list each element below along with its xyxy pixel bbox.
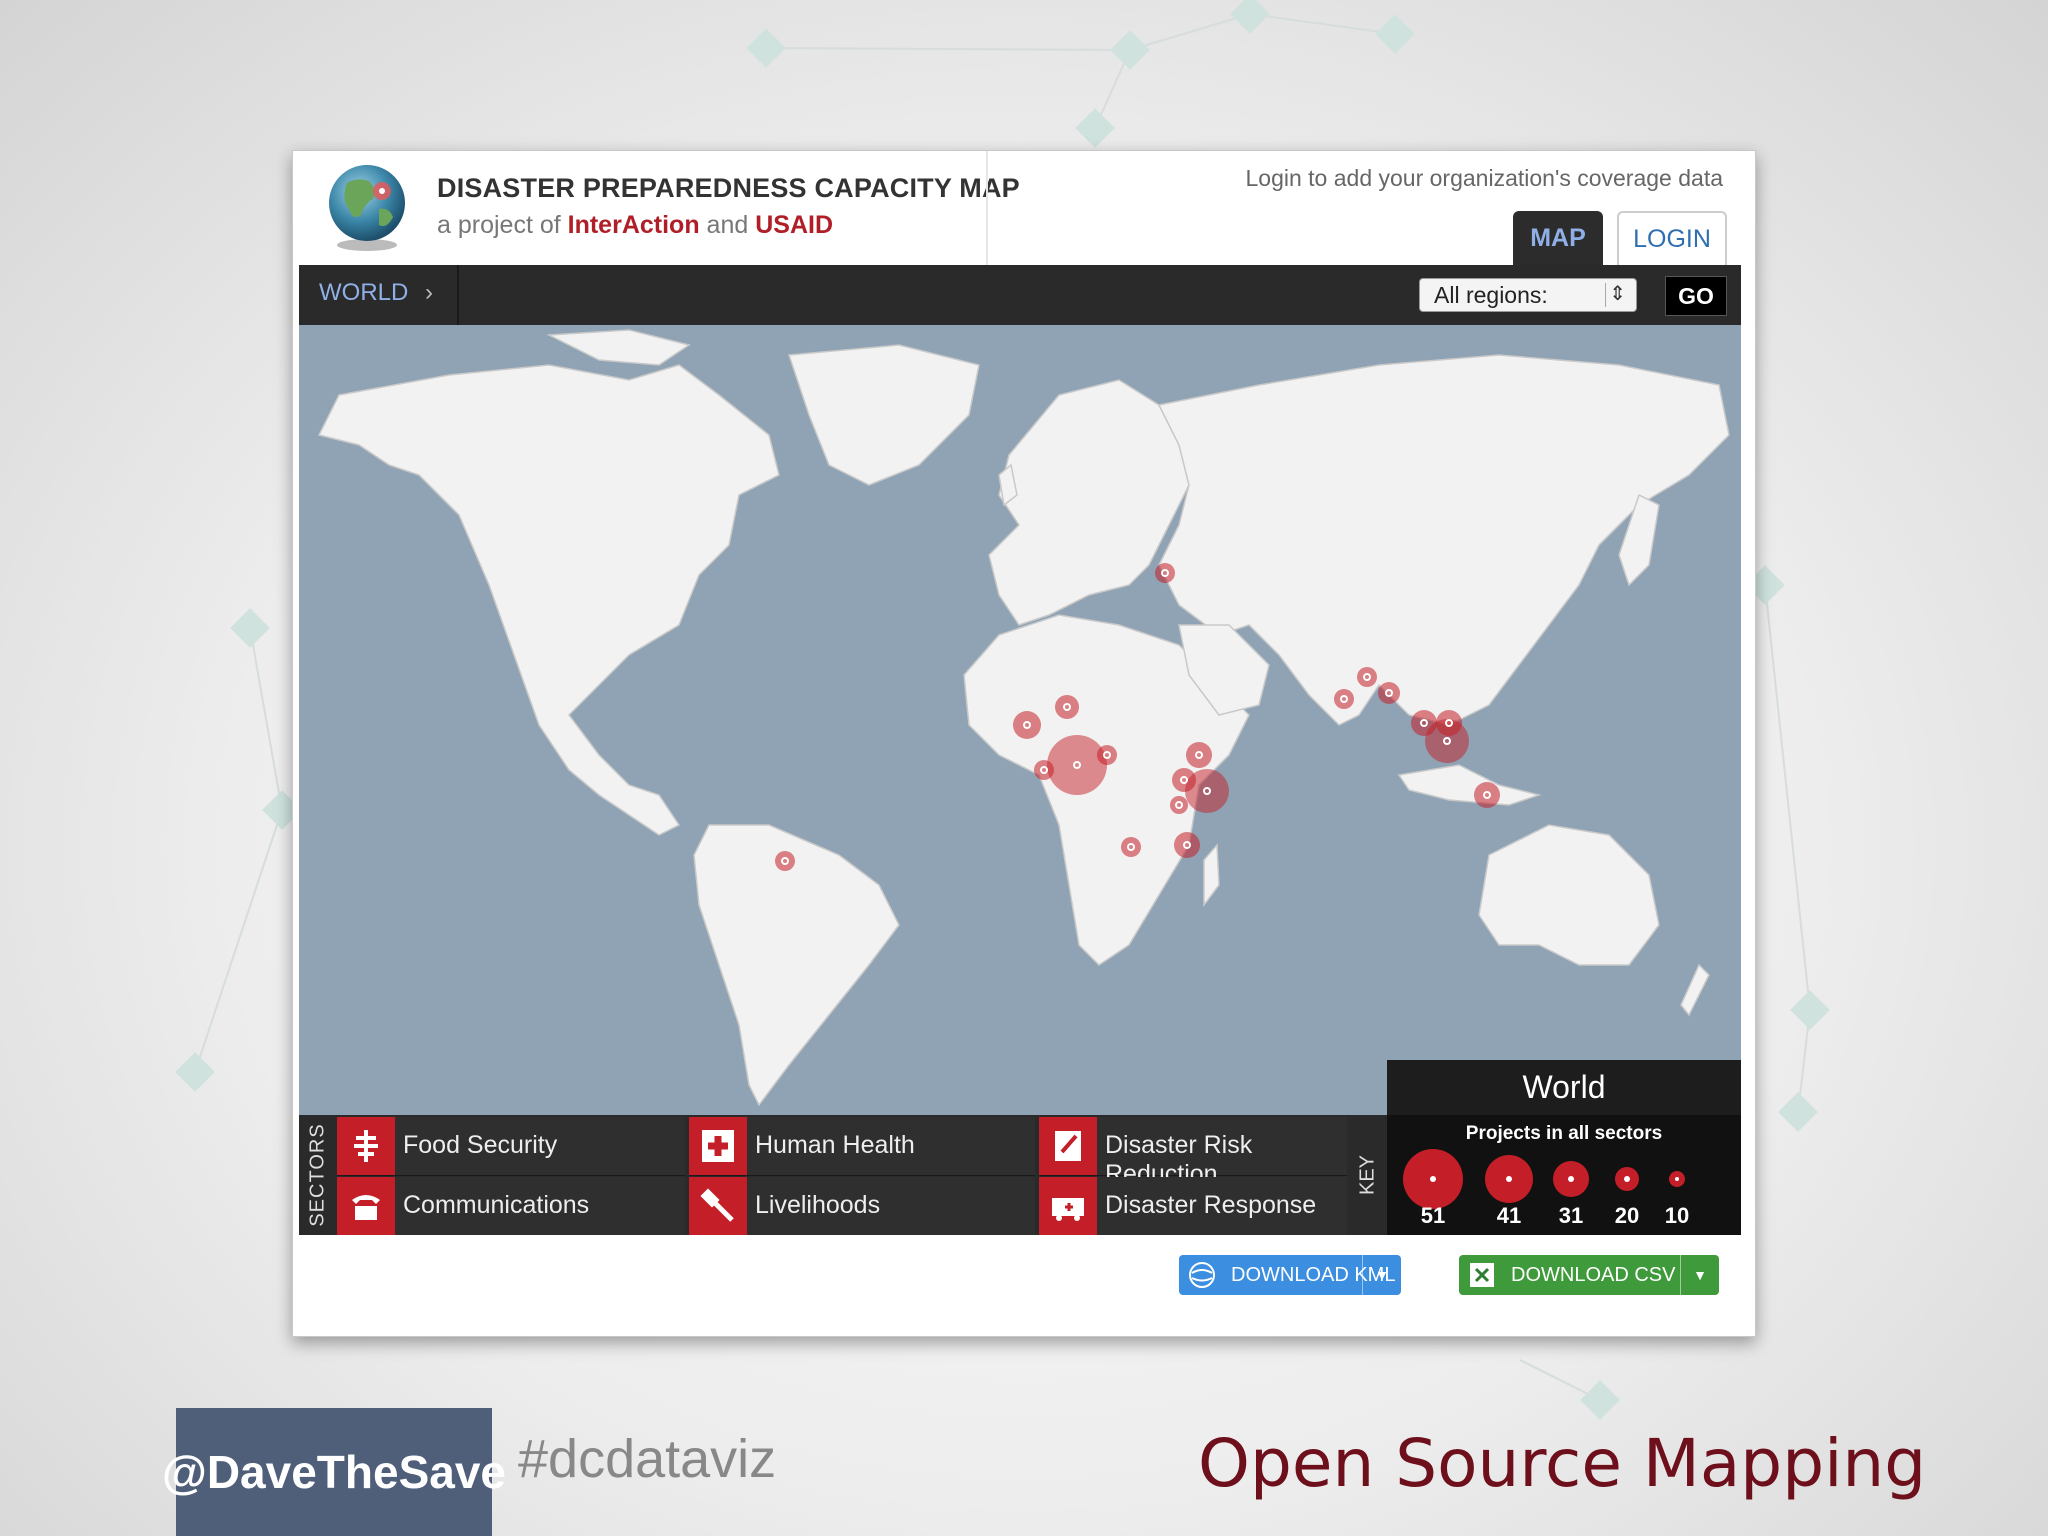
map-marker xyxy=(1034,760,1054,780)
australia-land xyxy=(1478,824,1660,966)
north-america-land xyxy=(317,364,780,836)
sector-food-security[interactable]: Food Security xyxy=(337,1117,685,1176)
subtitle-and: and xyxy=(706,211,749,239)
map-marker xyxy=(1474,782,1500,808)
sector-human-health[interactable]: Human Health xyxy=(689,1117,1035,1176)
hashtag: #dcdataviz xyxy=(518,1429,777,1489)
key-value: 20 xyxy=(1614,1203,1640,1228)
indonesia-land xyxy=(1397,764,1542,806)
map-marker xyxy=(1186,742,1212,768)
map-marker xyxy=(1121,837,1141,857)
kml-dropdown-icon[interactable]: ▼ xyxy=(1362,1255,1401,1295)
sector-legend: SECTORS Food Security Human Health Disas… xyxy=(299,1115,1741,1236)
twitter-handle: @DaveTheSave xyxy=(162,1408,506,1536)
map-marker xyxy=(1170,796,1188,814)
world-map-canvas[interactable] xyxy=(299,325,1741,1115)
tab-login[interactable]: LOGIN xyxy=(1617,211,1727,265)
breadcrumb-world[interactable]: WORLD xyxy=(319,279,408,307)
communications-icon xyxy=(337,1177,395,1235)
map-marker xyxy=(1185,769,1229,813)
key-value: 10 xyxy=(1664,1203,1690,1228)
go-button[interactable]: GO xyxy=(1665,276,1727,316)
map-marker xyxy=(1334,689,1354,709)
sector-livelihoods[interactable]: Livelihoods xyxy=(689,1177,1035,1236)
sector-label: Livelihoods xyxy=(755,1191,881,1219)
key-value: 31 xyxy=(1558,1203,1584,1228)
app-title: DISASTER PREPAREDNESS CAPACITY MAP xyxy=(437,173,1020,203)
csv-dropdown-icon[interactable]: ▼ xyxy=(1680,1255,1719,1295)
download-csv-button[interactable]: DOWNLOAD CSV ▼ xyxy=(1459,1255,1719,1295)
map-marker xyxy=(1013,711,1041,739)
kml-globe-icon xyxy=(1185,1258,1219,1292)
key-value: 51 xyxy=(1420,1203,1446,1228)
slide-title: Open Source Mapping xyxy=(1198,1425,1927,1502)
sector-disaster-response[interactable]: Disaster Response xyxy=(1039,1177,1347,1236)
globe-logo-icon xyxy=(329,165,405,251)
key-label: KEY xyxy=(1356,1154,1379,1196)
download-csv-label: DOWNLOAD CSV xyxy=(1511,1263,1676,1286)
arctic-islands-land xyxy=(546,329,691,366)
sector-label: Communications xyxy=(403,1191,590,1219)
food-security-icon xyxy=(337,1117,395,1175)
csv-spreadsheet-icon xyxy=(1465,1258,1499,1292)
disaster-risk-reduction-icon xyxy=(1039,1117,1097,1175)
sector-label: Food Security xyxy=(403,1131,558,1159)
subtitle-prefix: a project of xyxy=(437,211,561,239)
app-window: DISASTER PREPAREDNESS CAPACITY MAP a pro… xyxy=(292,150,1756,1337)
chevron-right-icon: › xyxy=(425,279,433,306)
key-panel: Projects in all sectors 51 41 31 20 10 xyxy=(1387,1115,1741,1235)
madagascar-land xyxy=(1203,843,1220,908)
select-arrows-icon: ⇕ xyxy=(1609,283,1626,305)
interaction-link[interactable]: InterAction xyxy=(568,211,700,239)
europe-land xyxy=(988,379,1190,626)
map-marker xyxy=(1047,735,1107,795)
map-marker xyxy=(1378,682,1400,704)
sector-disaster-risk-reduction[interactable]: Disaster Risk Reduction xyxy=(1039,1117,1347,1188)
sector-label: Disaster Response xyxy=(1105,1191,1317,1219)
download-footer: DOWNLOAD KML ▼ DOWNLOAD CSV ▼ xyxy=(299,1235,1741,1329)
tab-map[interactable]: MAP xyxy=(1513,211,1603,265)
toolbar-divider xyxy=(457,265,459,325)
app-header: DISASTER PREPAREDNESS CAPACITY MAP a pro… xyxy=(293,151,1755,265)
map-marker xyxy=(1174,832,1200,858)
header-divider xyxy=(986,151,988,265)
map-region-label: World xyxy=(1387,1060,1741,1115)
map-marker xyxy=(1357,667,1377,687)
region-select[interactable]: All regions: ⇕ xyxy=(1419,278,1637,312)
map-marker xyxy=(1055,695,1079,719)
sector-label: Human Health xyxy=(755,1131,915,1159)
usaid-link[interactable]: USAID xyxy=(755,211,833,239)
disaster-response-icon xyxy=(1039,1177,1097,1235)
sectors-label: SECTORS xyxy=(306,1123,329,1227)
human-health-icon xyxy=(689,1117,747,1175)
new-zealand-land xyxy=(1680,963,1710,1017)
app-subtitle: a project of InterAction and USAID xyxy=(437,211,833,240)
download-kml-button[interactable]: DOWNLOAD KML ▼ xyxy=(1179,1255,1401,1295)
south-america-land xyxy=(693,824,900,1107)
key-value: 41 xyxy=(1496,1203,1522,1228)
sector-communications[interactable]: Communications xyxy=(337,1177,685,1236)
select-separator xyxy=(1605,283,1606,307)
livelihoods-icon xyxy=(689,1177,747,1235)
map-toolbar: WORLD › All regions: ⇕ GO xyxy=(299,265,1741,325)
login-hint: Login to add your organization's coverag… xyxy=(1245,165,1724,191)
map-marker xyxy=(1097,745,1117,765)
world-map[interactable]: World xyxy=(299,325,1741,1115)
greenland-land xyxy=(787,344,980,486)
region-select-value: All regions: xyxy=(1434,282,1548,308)
map-marker xyxy=(1155,563,1175,583)
map-marker xyxy=(775,851,795,871)
